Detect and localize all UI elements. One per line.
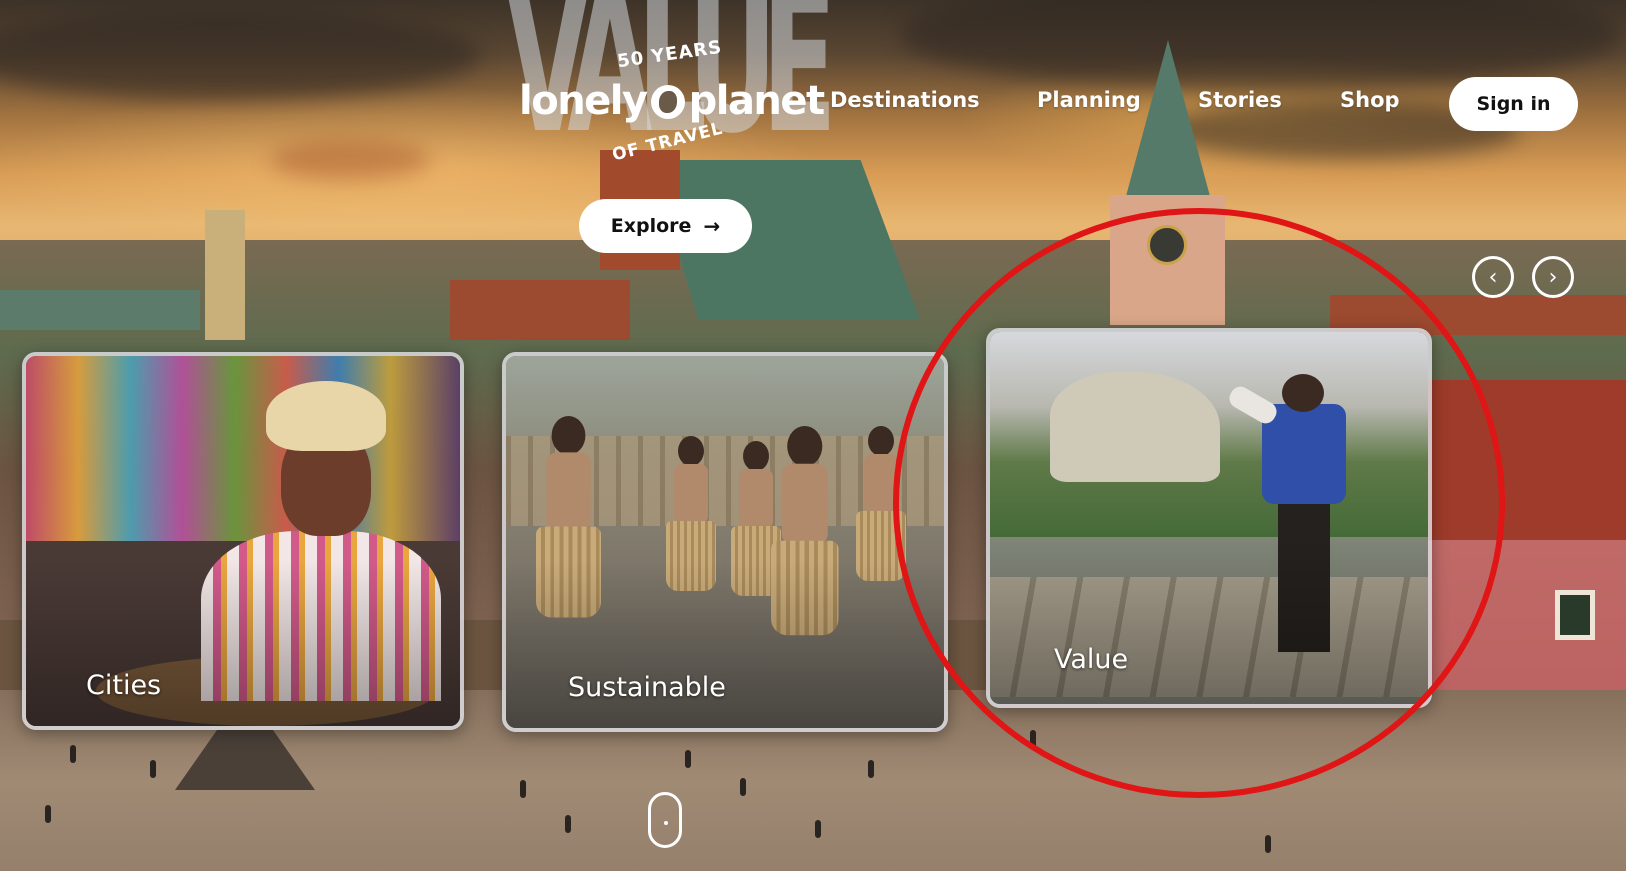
logo-travel-text: OF TRAVEL: [610, 118, 726, 166]
lonely-planet-50-years-logo[interactable]: 50 YEARS lonely planet OF TRAVEL: [519, 36, 825, 170]
pedestrian: [1265, 835, 1271, 853]
roof: [450, 280, 630, 340]
nav-shop[interactable]: Shop: [1340, 88, 1400, 112]
nav-planning[interactable]: Planning: [1037, 88, 1141, 112]
scroll-dot: [664, 821, 668, 825]
sign-in-button[interactable]: Sign in: [1449, 77, 1578, 131]
pedestrian: [70, 745, 76, 763]
explore-button[interactable]: Explore →: [579, 199, 752, 253]
card-value[interactable]: Value: [986, 328, 1432, 708]
card-label: Cities: [86, 670, 162, 701]
pedestrian: [868, 760, 874, 778]
roof: [0, 290, 200, 330]
pedestrian: [520, 780, 526, 798]
pedestrian: [150, 760, 156, 778]
church-tower: [205, 210, 245, 340]
pedestrian: [1030, 730, 1036, 748]
pedestrian: [565, 815, 571, 833]
arrow-right-icon: →: [703, 214, 721, 238]
pedestrian: [815, 820, 821, 838]
chevron-right-icon: ›: [1548, 264, 1558, 290]
nav-destinations[interactable]: Destinations: [830, 88, 980, 112]
nav-stories[interactable]: Stories: [1198, 88, 1282, 112]
logo-word-right: planet: [688, 78, 826, 124]
window: [1555, 590, 1595, 640]
globe-icon: [650, 85, 685, 119]
logo-years-text: 50 YEARS: [616, 36, 724, 73]
carousel-prev-button[interactable]: ‹: [1472, 256, 1514, 298]
mouse-scroll-icon[interactable]: [648, 792, 682, 848]
logo-word-left: lonely: [519, 78, 648, 124]
pedestrian: [740, 778, 746, 796]
chevron-left-icon: ‹: [1488, 264, 1498, 290]
pedestrian: [685, 750, 691, 768]
card-cities[interactable]: Cities: [22, 352, 464, 730]
pedestrian: [45, 805, 51, 823]
card-label: Value: [1054, 644, 1129, 675]
sign-in-label: Sign in: [1476, 93, 1551, 115]
clock-face: [1147, 225, 1187, 265]
site-header: 50 YEARS lonely planet OF TRAVEL Destinat…: [0, 0, 1626, 165]
carousel-next-button[interactable]: ›: [1532, 256, 1574, 298]
card-label: Sustainable: [568, 672, 726, 703]
palace-roof: [1420, 380, 1626, 560]
logo-wordmark: lonely planet: [519, 78, 826, 124]
explore-label: Explore: [610, 215, 692, 237]
card-sustainable[interactable]: Sustainable: [502, 352, 948, 732]
